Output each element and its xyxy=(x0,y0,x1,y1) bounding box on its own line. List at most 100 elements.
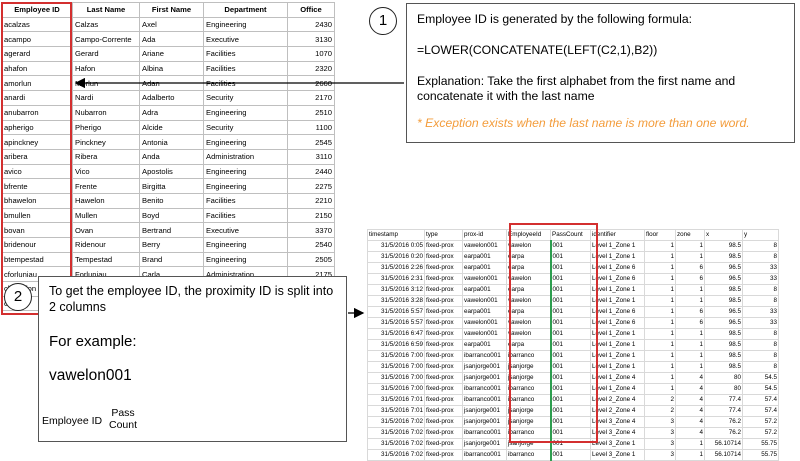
timestamp-cell[interactable]: 31/5/2016 0:20 xyxy=(367,251,425,263)
prox-id-cell[interactable]: ibarranco001 xyxy=(462,427,507,439)
zone-cell[interactable]: 1 xyxy=(675,284,705,296)
type-cell[interactable]: fixed-prox xyxy=(424,262,463,274)
floor-cell[interactable]: 1 xyxy=(644,240,676,252)
prox-id-cell[interactable]: earpa001 xyxy=(462,306,507,318)
timestamp-cell[interactable]: 31/5/2016 7:01 xyxy=(367,394,425,406)
identifier-cell[interactable]: Level 1_Zone 1 xyxy=(590,251,645,263)
timestamp-cell[interactable]: 31/5/2016 2:26 xyxy=(367,262,425,274)
timestamp-cell[interactable]: 31/5/2016 7:00 xyxy=(367,383,425,395)
identifier-cell[interactable]: Level 1_Zone 1 xyxy=(590,339,645,351)
type-cell[interactable]: fixed-prox xyxy=(424,383,463,395)
prox-id-cell[interactable]: ibarranco001 xyxy=(462,394,507,406)
employee-id-cell[interactable]: ibarranco xyxy=(506,427,551,439)
x-cell[interactable]: 98.5 xyxy=(704,328,743,340)
type-cell[interactable]: fixed-prox xyxy=(424,317,463,329)
identifier-cell[interactable]: Level 3_Zone 4 xyxy=(590,427,645,439)
identifier-cell[interactable]: Level 3_Zone 4 xyxy=(590,416,645,428)
x-cell[interactable]: 98.5 xyxy=(704,284,743,296)
x-cell[interactable]: 96.5 xyxy=(704,273,743,285)
proximity-row[interactable]: 31/5/2016 6:59 fixed-prox earpa001 earpa 001… xyxy=(367,339,779,351)
zone-cell[interactable]: 4 xyxy=(675,416,705,428)
prox-id-cell[interactable]: earpa001 xyxy=(462,284,507,296)
y-cell[interactable]: 33 xyxy=(742,317,779,329)
zone-cell[interactable]: 1 xyxy=(675,339,705,351)
col-header-zone[interactable]: zone xyxy=(675,229,705,241)
zone-cell[interactable]: 4 xyxy=(675,372,705,384)
y-cell[interactable]: 8 xyxy=(742,350,779,362)
prox-id-cell[interactable]: jsanjorge001 xyxy=(462,405,507,417)
proximity-row[interactable]: 31/5/2016 7:01 fixed-prox ibarranco001 ibar… xyxy=(367,394,779,406)
employee-id-cell[interactable]: earpa xyxy=(506,262,551,274)
type-cell[interactable]: fixed-prox xyxy=(424,449,463,461)
employee-id-cell[interactable]: jsanjorge xyxy=(506,416,551,428)
identifier-cell[interactable]: Level 2_Zone 4 xyxy=(590,405,645,417)
employee-id-cell[interactable]: vawelon xyxy=(506,317,551,329)
col-header-prox-id[interactable]: prox-id xyxy=(462,229,507,241)
zone-cell[interactable]: 4 xyxy=(675,427,705,439)
timestamp-cell[interactable]: 31/5/2016 6:59 xyxy=(367,339,425,351)
proximity-row[interactable]: 31/5/2016 3:28 fixed-prox vawelon001 vawelo… xyxy=(367,295,779,307)
pass-count-cell[interactable]: 001 xyxy=(549,416,591,428)
x-cell[interactable]: 80 xyxy=(704,372,743,384)
col-header-x[interactable]: x xyxy=(704,229,743,241)
pass-count-cell[interactable]: 001 xyxy=(549,383,591,395)
zone-cell[interactable]: 1 xyxy=(675,251,705,263)
y-cell[interactable]: 57.4 xyxy=(742,394,779,406)
identifier-cell[interactable]: Level 1_Zone 6 xyxy=(590,273,645,285)
identifier-cell[interactable]: Level 1_Zone 1 xyxy=(590,361,645,373)
proximity-row[interactable]: 31/5/2016 7:00 fixed-prox ibarranco001 ibar… xyxy=(367,383,779,395)
prox-id-cell[interactable]: vawelon001 xyxy=(462,328,507,340)
col-header-timestamp[interactable]: timestamp xyxy=(367,229,425,241)
zone-cell[interactable]: 1 xyxy=(675,328,705,340)
y-cell[interactable]: 8 xyxy=(742,284,779,296)
x-cell[interactable]: 96.5 xyxy=(704,262,743,274)
timestamp-cell[interactable]: 31/5/2016 3:12 xyxy=(367,284,425,296)
x-cell[interactable]: 98.5 xyxy=(704,361,743,373)
floor-cell[interactable]: 3 xyxy=(644,416,676,428)
floor-cell[interactable]: 3 xyxy=(644,449,676,461)
employee-id-cell[interactable]: jsanjorge xyxy=(506,372,551,384)
type-cell[interactable]: fixed-prox xyxy=(424,339,463,351)
prox-id-cell[interactable]: vawelon001 xyxy=(462,295,507,307)
zone-cell[interactable]: 1 xyxy=(675,295,705,307)
col-header-type[interactable]: type xyxy=(424,229,463,241)
employee-id-cell[interactable]: earpa xyxy=(506,284,551,296)
employee-id-cell[interactable]: ibarranco xyxy=(506,350,551,362)
prox-id-cell[interactable]: earpa001 xyxy=(462,251,507,263)
y-cell[interactable]: 33 xyxy=(742,273,779,285)
timestamp-cell[interactable]: 31/5/2016 2:31 xyxy=(367,273,425,285)
prox-id-cell[interactable]: jsanjorge001 xyxy=(462,361,507,373)
timestamp-cell[interactable]: 31/5/2016 7:00 xyxy=(367,372,425,384)
x-cell[interactable]: 98.5 xyxy=(704,350,743,362)
timestamp-cell[interactable]: 31/5/2016 7:02 xyxy=(367,427,425,439)
timestamp-cell[interactable]: 31/5/2016 5:57 xyxy=(367,317,425,329)
proximity-row[interactable]: 31/5/2016 0:20 fixed-prox earpa001 earpa 001… xyxy=(367,251,779,263)
identifier-cell[interactable]: Level 1_Zone 4 xyxy=(590,372,645,384)
employee-id-cell[interactable]: ibarranco xyxy=(506,383,551,395)
proximity-row[interactable]: 31/5/2016 2:31 fixed-prox vawelon001 vawelo… xyxy=(367,273,779,285)
identifier-cell[interactable]: Level 1_Zone 1 xyxy=(590,328,645,340)
pass-count-cell[interactable]: 001 xyxy=(549,306,591,318)
zone-cell[interactable]: 1 xyxy=(675,240,705,252)
y-cell[interactable]: 8 xyxy=(742,251,779,263)
timestamp-cell[interactable]: 31/5/2016 7:02 xyxy=(367,416,425,428)
y-cell[interactable]: 54.5 xyxy=(742,383,779,395)
employee-id-cell[interactable]: vawelon xyxy=(506,295,551,307)
floor-cell[interactable]: 1 xyxy=(644,284,676,296)
y-cell[interactable]: 54.5 xyxy=(742,372,779,384)
type-cell[interactable]: fixed-prox xyxy=(424,328,463,340)
proximity-row[interactable]: 31/5/2016 7:02 fixed-prox ibarranco001 ibar… xyxy=(367,427,779,439)
proximity-row[interactable]: 31/5/2016 7:02 fixed-prox jsanjorge001 jsan… xyxy=(367,416,779,428)
x-cell[interactable]: 80 xyxy=(704,383,743,395)
identifier-cell[interactable]: Level 1_Zone 1 xyxy=(590,284,645,296)
floor-cell[interactable]: 1 xyxy=(644,328,676,340)
identifier-cell[interactable]: Level 1_Zone 6 xyxy=(590,262,645,274)
timestamp-cell[interactable]: 31/5/2016 6:47 xyxy=(367,328,425,340)
floor-cell[interactable]: 1 xyxy=(644,262,676,274)
prox-id-cell[interactable]: ibarranco001 xyxy=(462,383,507,395)
pass-count-cell[interactable]: 001 xyxy=(549,427,591,439)
y-cell[interactable]: 8 xyxy=(742,295,779,307)
floor-cell[interactable]: 1 xyxy=(644,306,676,318)
pass-count-cell[interactable]: 001 xyxy=(549,317,591,329)
x-cell[interactable]: 98.5 xyxy=(704,240,743,252)
